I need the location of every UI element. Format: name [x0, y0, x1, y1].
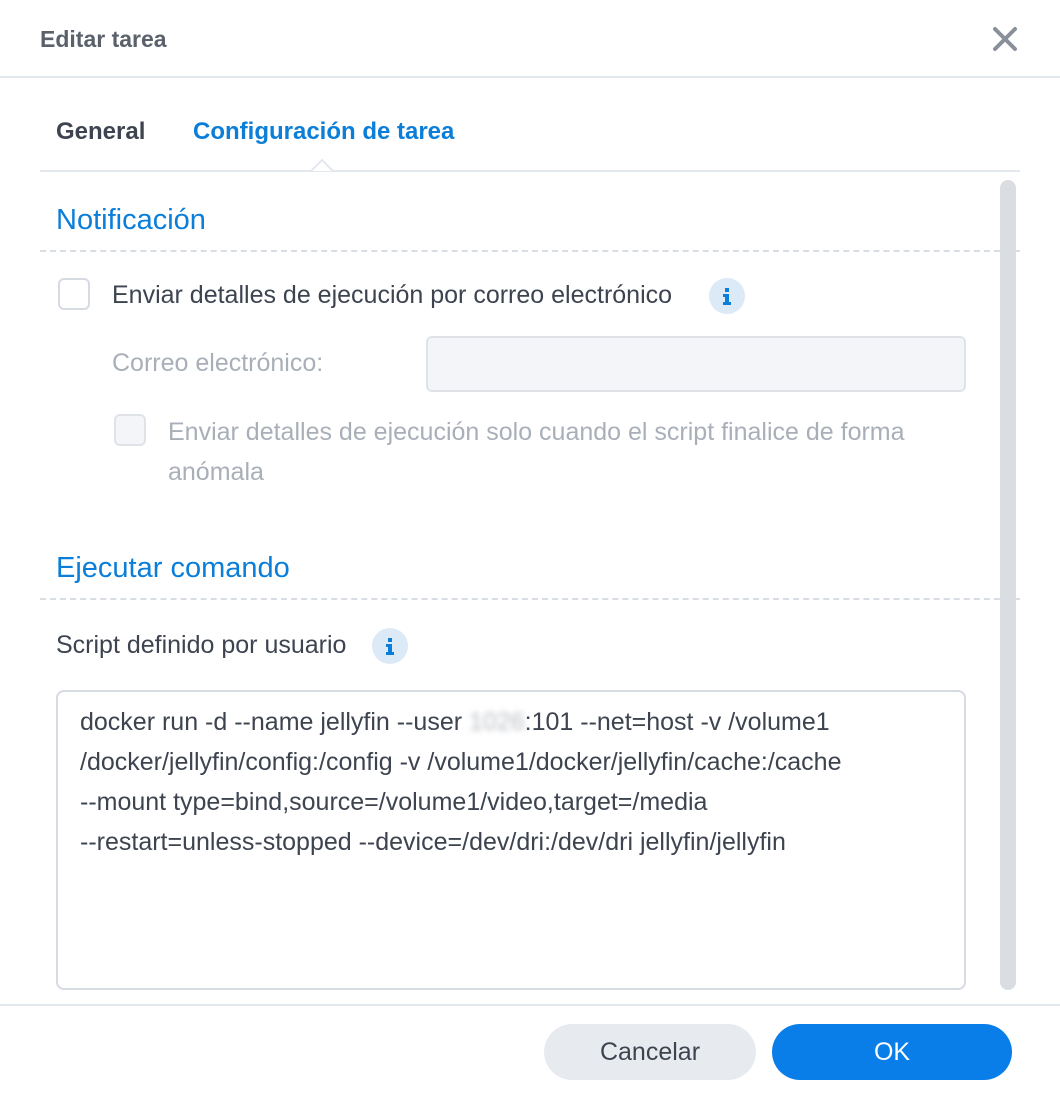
script-line: --restart=unless-stopped --device=/dev/d… [80, 828, 786, 856]
ok-button[interactable]: OK [772, 1024, 1012, 1080]
section-divider [40, 250, 1020, 252]
script-text: docker run -d --name jellyfin --user [80, 708, 470, 736]
abnormal-only-label: Enviar detalles de ejecución solo cuando… [168, 418, 905, 486]
notification-section-title: Notificación [56, 204, 206, 236]
info-icon[interactable] [709, 278, 745, 314]
dialog-header: Editar tarea [0, 0, 1060, 78]
dialog-footer: Cancelar OK [0, 1004, 1060, 1100]
send-details-email-label: Enviar detalles de ejecución por correo … [112, 281, 673, 309]
cancel-button[interactable]: Cancelar [544, 1024, 756, 1080]
tab-general[interactable]: General [56, 118, 145, 146]
task-settings-panel: Notificación Enviar detalles de ejecució… [40, 180, 1020, 1000]
redacted-user-id: 1026 [469, 708, 525, 736]
tab-task-settings[interactable]: Configuración de tarea [193, 118, 454, 146]
dialog-title: Editar tarea [40, 26, 167, 52]
send-details-email-checkbox[interactable] [58, 278, 90, 310]
close-button[interactable] [990, 24, 1020, 54]
script-line: docker run -d --name jellyfin --user 102… [80, 702, 942, 742]
user-script-textarea[interactable]: docker run -d --name jellyfin --user 102… [56, 690, 966, 990]
info-icon[interactable] [372, 628, 408, 664]
script-line: /docker/jellyfin/config:/config -v /volu… [80, 748, 842, 776]
edit-task-dialog: Editar tarea General Configuración de ta… [0, 0, 1060, 1100]
email-field[interactable] [426, 336, 966, 392]
section-divider [40, 598, 1020, 600]
email-field-label: Correo electrónico: [112, 349, 324, 377]
script-line: --mount type=bind,source=/volume1/video,… [80, 788, 708, 816]
user-script-label: Script definido por usuario [56, 631, 347, 659]
tab-bar: General Configuración de tarea [40, 100, 1020, 172]
script-text: :101 --net=host -v /volume1 [524, 708, 830, 736]
run-command-section-title: Ejecutar comando [56, 552, 290, 584]
active-tab-indicator [311, 158, 333, 171]
close-icon [993, 27, 1017, 51]
info-glyph [723, 288, 731, 305]
info-glyph [386, 638, 394, 655]
abnormal-only-checkbox[interactable] [114, 414, 146, 446]
